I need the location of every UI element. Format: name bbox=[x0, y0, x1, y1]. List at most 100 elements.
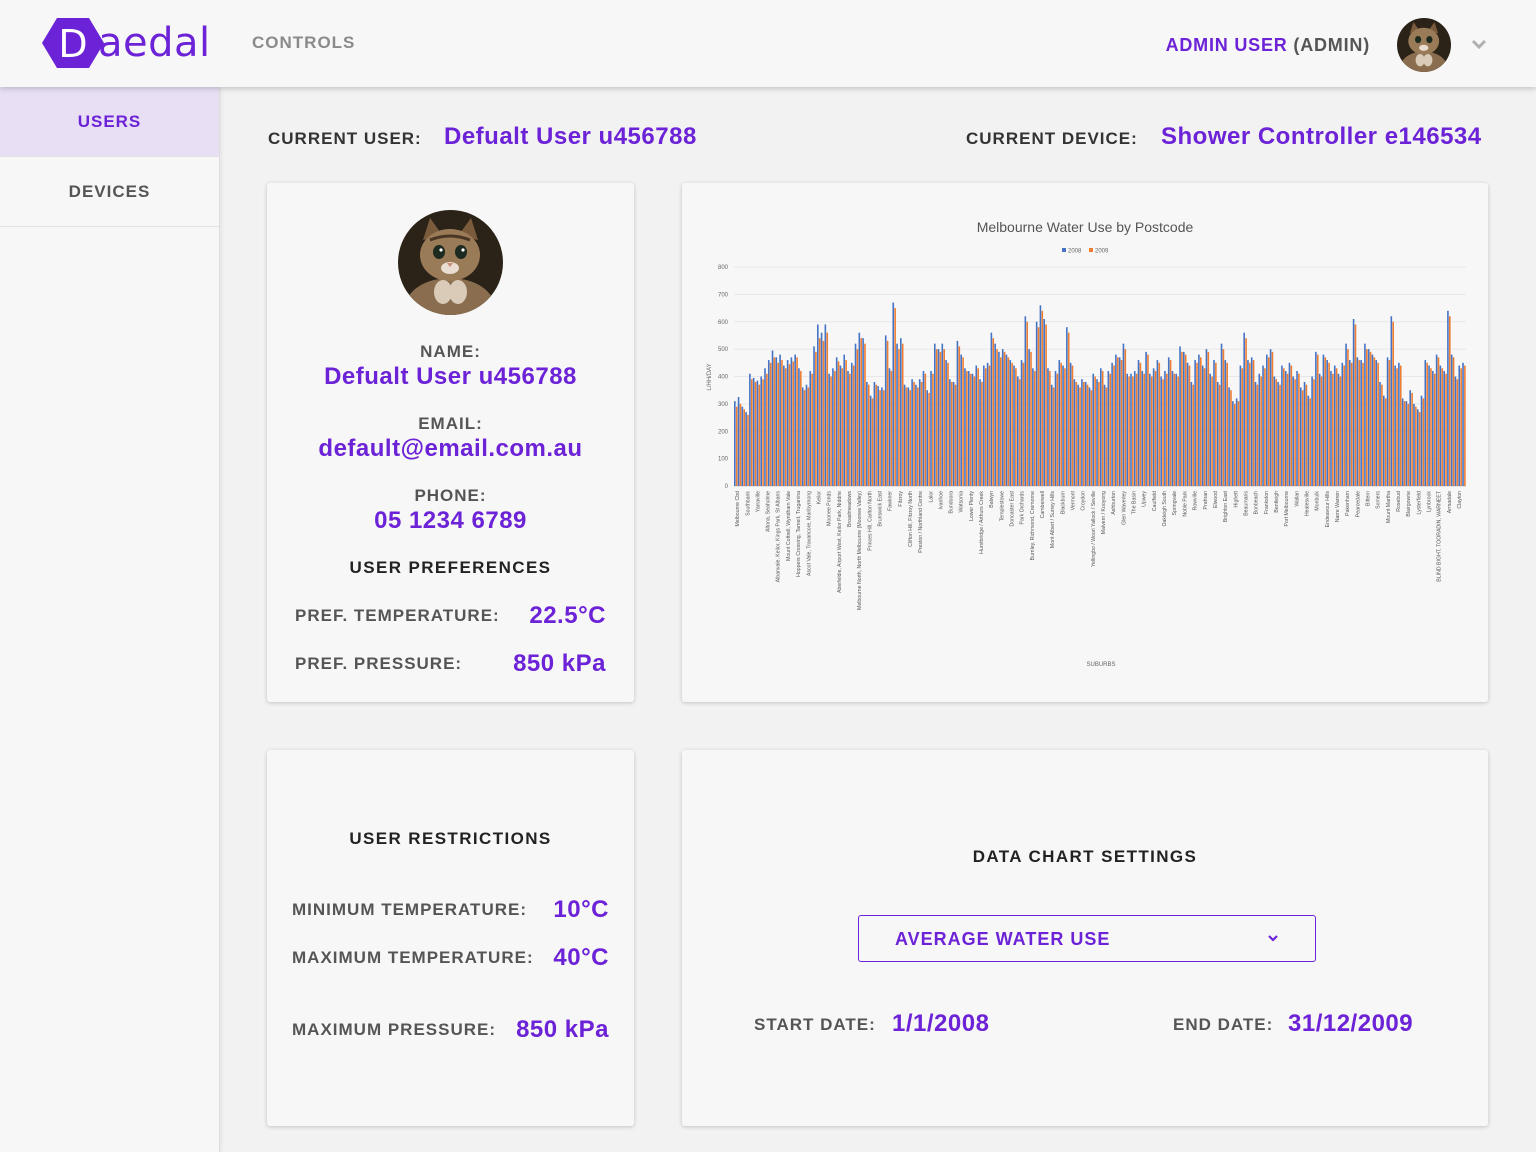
chart-x-tick-label: Lower Plenty bbox=[969, 491, 975, 521]
chart-x-tick-label: Doncaster East bbox=[1010, 490, 1016, 526]
bar-2009 bbox=[743, 409, 746, 486]
bar-2008 bbox=[1405, 401, 1408, 486]
daedal-logo[interactable]: D aedal bbox=[42, 14, 212, 70]
chart-x-tick-label: Ashburton bbox=[1111, 491, 1117, 515]
chart-y-tick-label: 200 bbox=[718, 429, 729, 435]
bar-2008 bbox=[854, 343, 857, 486]
chart-x-tick-label: Preston / Northland Centre bbox=[918, 491, 924, 553]
bar-2009 bbox=[807, 387, 810, 486]
end-date-value[interactable]: 31/12/2009 bbox=[1288, 1010, 1413, 1038]
bar-2008 bbox=[794, 354, 796, 486]
bar-2008 bbox=[1167, 357, 1170, 486]
bar-2008 bbox=[1062, 365, 1064, 486]
bar-2009 bbox=[803, 390, 806, 486]
bar-2008 bbox=[775, 357, 778, 486]
bar-2008 bbox=[933, 343, 936, 486]
current-user-value: Defualt User u456788 bbox=[444, 123, 697, 150]
legend-label-2009: 2009 bbox=[1095, 249, 1109, 255]
sidebar-item-users[interactable]: USERS bbox=[0, 87, 219, 157]
admin-user-menu[interactable]: ADMIN USER (ADMIN) bbox=[1166, 35, 1370, 56]
chart-x-tick-label: Ascot Vale, Travancore, Maribyrnong bbox=[806, 491, 812, 576]
bar-2008 bbox=[1428, 365, 1430, 486]
max-temperature-value: 40°C bbox=[553, 944, 609, 971]
bar-2008 bbox=[734, 401, 736, 486]
bar-2008 bbox=[1005, 354, 1008, 486]
chart-x-tick-label: Somers bbox=[1376, 491, 1382, 509]
bar-2008 bbox=[1183, 351, 1185, 486]
nav-controls-link[interactable]: CONTROLS bbox=[252, 33, 355, 53]
bar-2008 bbox=[975, 365, 978, 486]
bar-2009 bbox=[1045, 324, 1047, 486]
bar-2008 bbox=[1164, 371, 1166, 486]
bar-2008 bbox=[1235, 398, 1238, 486]
chart-x-tick-label: Ivanhoe bbox=[938, 491, 944, 510]
bar-2008 bbox=[1330, 371, 1332, 486]
bar-2009 bbox=[1154, 371, 1157, 486]
chart-x-tick-label: Oakleigh South bbox=[1162, 491, 1168, 527]
bar-2008 bbox=[1277, 381, 1279, 486]
bar-2008 bbox=[888, 368, 891, 486]
sidebar-item-devices[interactable]: DEVICES bbox=[0, 157, 219, 227]
chart-y-tick-label: 500 bbox=[718, 347, 729, 353]
bar-2009 bbox=[935, 349, 938, 487]
bar-2008 bbox=[1209, 373, 1212, 486]
bar-2008 bbox=[1394, 365, 1396, 486]
bar-2008 bbox=[903, 384, 906, 486]
start-date-value[interactable]: 1/1/2008 bbox=[892, 1010, 989, 1038]
bar-2009 bbox=[1384, 398, 1387, 486]
chart-x-tick-label: Healesville bbox=[1304, 491, 1310, 516]
max-temperature-label: MAXIMUM TEMPERATURE: bbox=[292, 948, 534, 967]
bar-2009 bbox=[815, 351, 817, 486]
bar-2008 bbox=[798, 368, 800, 486]
bar-2008 bbox=[1179, 346, 1181, 486]
chart-x-tick-label: Clayton bbox=[1457, 491, 1463, 509]
chart-x-tick-label: Noble Park bbox=[1182, 491, 1188, 517]
bar-2009 bbox=[958, 346, 961, 486]
bar-2008 bbox=[937, 349, 940, 487]
chart-x-tick-label: BLIND BIGHT, TOORADIN, WARNEET bbox=[1437, 490, 1443, 582]
bar-2008 bbox=[1160, 376, 1162, 486]
bar-2009 bbox=[773, 357, 776, 486]
bar-2009 bbox=[1396, 368, 1398, 486]
bar-2009 bbox=[1430, 368, 1432, 486]
bar-2008 bbox=[892, 302, 895, 486]
bar-2008 bbox=[949, 379, 951, 486]
bar-2008 bbox=[967, 371, 970, 486]
bar-2009 bbox=[1449, 316, 1451, 486]
bar-2008 bbox=[1103, 384, 1106, 486]
bar-2009 bbox=[1022, 362, 1025, 486]
chart-x-tick-label: Keilor bbox=[816, 491, 822, 505]
bar-2009 bbox=[886, 340, 889, 486]
bar-2009 bbox=[758, 384, 761, 486]
bar-2008 bbox=[1284, 371, 1287, 486]
bar-2008 bbox=[945, 360, 947, 486]
bar-2008 bbox=[1454, 376, 1457, 486]
bar-2008 bbox=[1311, 376, 1313, 486]
chart-x-tick-label: Lalor bbox=[928, 491, 934, 503]
bar-2009 bbox=[1249, 362, 1251, 486]
bar-2009 bbox=[1433, 373, 1436, 486]
bar-2009 bbox=[1139, 362, 1142, 486]
bar-2009 bbox=[1207, 351, 1210, 486]
chevron-down-icon[interactable] bbox=[1470, 37, 1488, 51]
bar-2009 bbox=[856, 349, 859, 487]
legend-label-2008: 2008 bbox=[1068, 249, 1082, 255]
admin-avatar[interactable] bbox=[1397, 18, 1451, 72]
chart-x-tick-label: Watsonia bbox=[959, 491, 965, 513]
bar-2008 bbox=[986, 362, 989, 486]
bar-2008 bbox=[790, 357, 793, 486]
pref-pressure-label: PREF. PRESSURE: bbox=[295, 654, 463, 673]
bar-2009 bbox=[879, 390, 881, 486]
bar-2008 bbox=[771, 350, 774, 486]
bar-2008 bbox=[1262, 365, 1264, 486]
bar-2009 bbox=[1316, 354, 1319, 486]
chart-x-tick-label: The Basin bbox=[1132, 491, 1138, 514]
bar-2008 bbox=[1292, 376, 1295, 486]
bar-2008 bbox=[1092, 373, 1095, 486]
chart-x-tick-label: Blairgowrie bbox=[1406, 491, 1412, 517]
bar-2008 bbox=[1107, 371, 1110, 486]
chart-x-tick-label: Fawkner bbox=[888, 491, 894, 511]
bar-2008 bbox=[1318, 373, 1321, 486]
chart-x-tick-label: Melbourne Cbd bbox=[735, 491, 741, 527]
chart-metric-select[interactable]: AVERAGE WATER USE bbox=[858, 915, 1316, 962]
